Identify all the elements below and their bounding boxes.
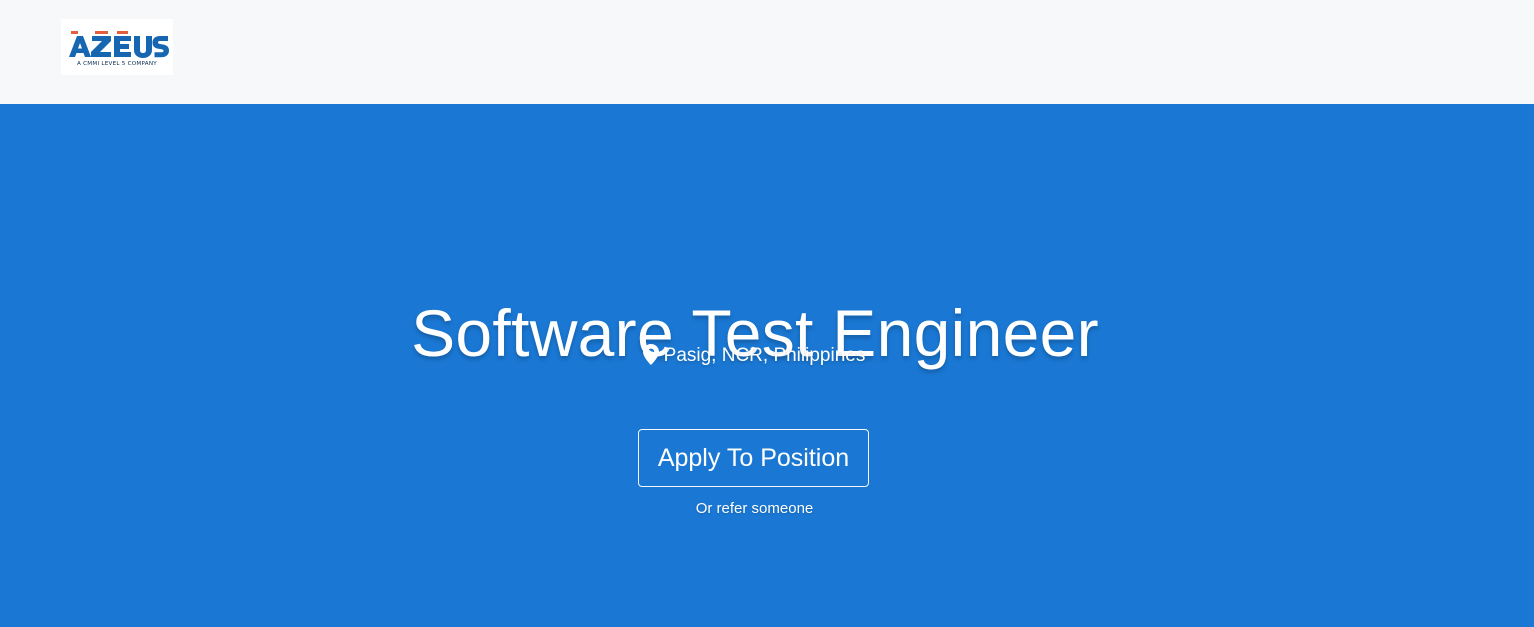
job-location: Pasig, NCR, Philippines (0, 342, 1508, 370)
hero-banner: Software Test Engineer Pasig, NCR, Phili… (0, 104, 1534, 627)
company-logo[interactable]: A CMMI LEVEL 5 COMPANY (61, 19, 173, 75)
location-text: Pasig, NCR, Philippines (663, 345, 866, 366)
map-pin-icon (642, 344, 659, 365)
site-header: A CMMI LEVEL 5 COMPANY (0, 0, 1534, 104)
svg-text:A CMMI LEVEL 5 COMPANY: A CMMI LEVEL 5 COMPANY (77, 61, 157, 67)
apply-to-position-button[interactable]: Apply To Position (638, 429, 869, 487)
refer-someone-link[interactable]: Or refer someone (0, 499, 1509, 519)
